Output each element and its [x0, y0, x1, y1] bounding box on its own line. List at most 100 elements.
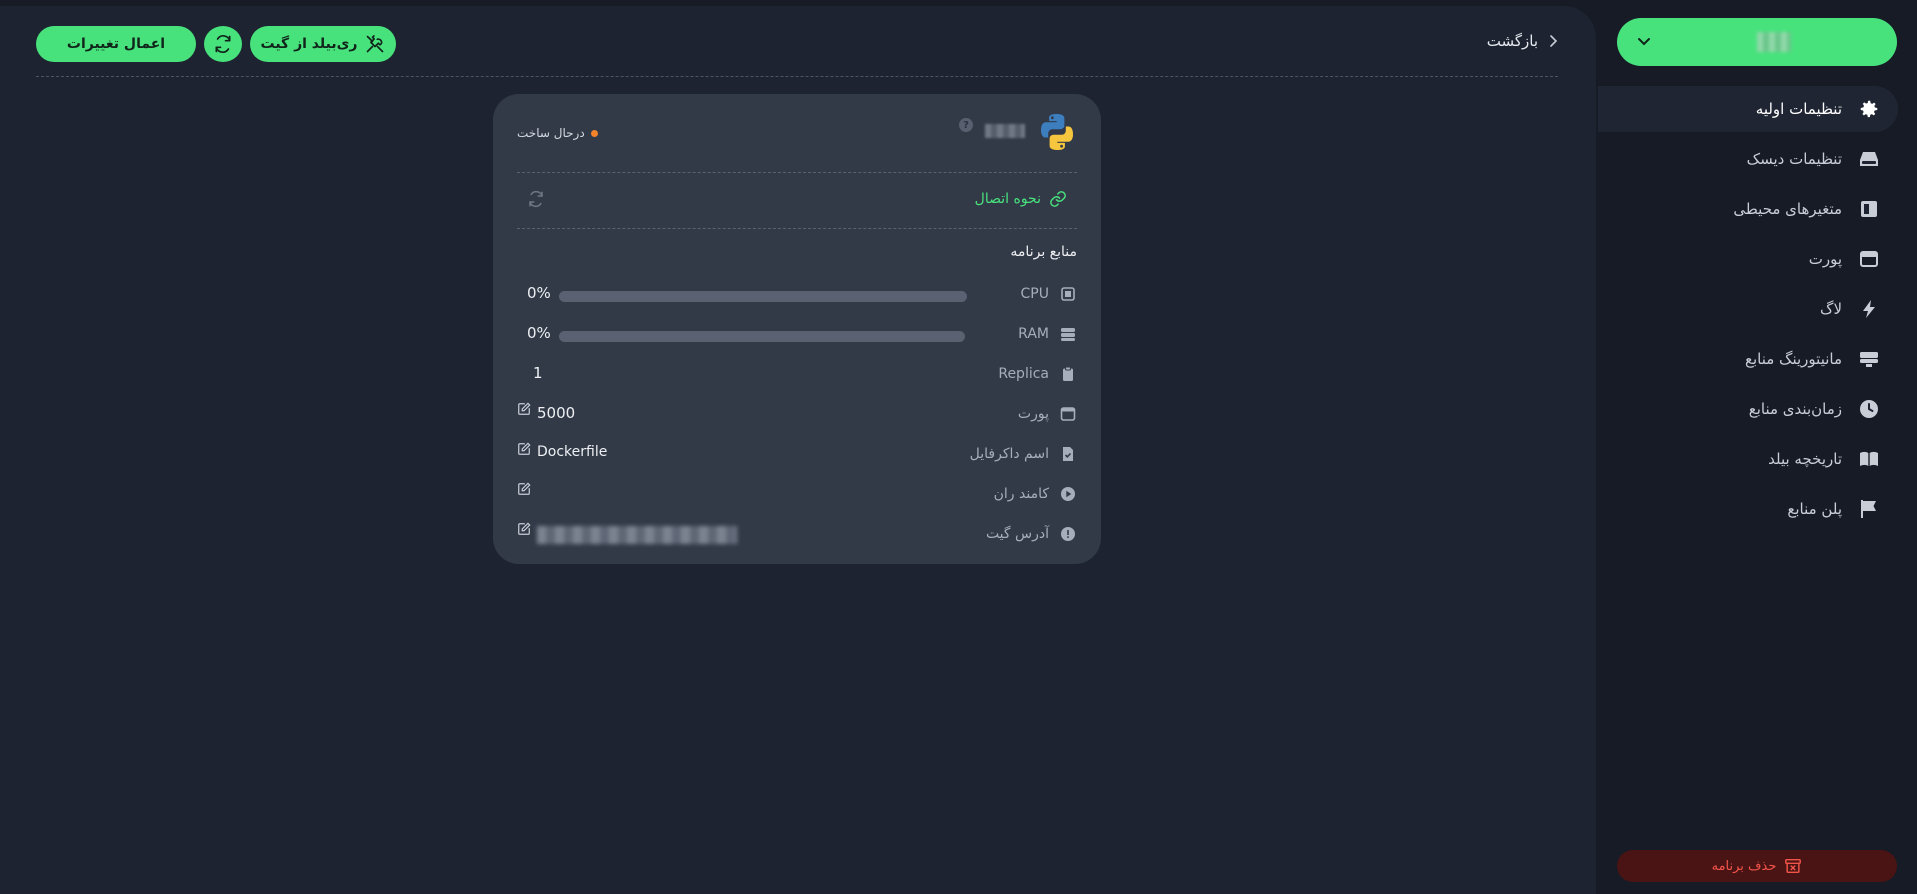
flag-icon — [1858, 498, 1880, 520]
status-badge: درحال ساخت — [517, 126, 598, 140]
app-selector-redacted — [1757, 32, 1791, 52]
sidebar-item-monitoring[interactable]: مانیتورینگ منابع — [1598, 336, 1898, 382]
dockerfile-label: اسم داکرفایل — [969, 446, 1049, 462]
apply-changes-button[interactable]: اعمال تغییرات — [36, 26, 196, 62]
sidebar-item-label: پورت — [1808, 250, 1842, 268]
replica-label-group: Replica — [998, 365, 1077, 383]
edit-dockerfile-icon[interactable] — [517, 442, 531, 456]
refresh-icon — [215, 35, 231, 53]
rebuild-from-git-button[interactable]: ری‌بیلد از گیت — [250, 26, 396, 62]
app-name-redacted — [985, 124, 1025, 138]
chevron-right-icon — [1550, 35, 1558, 47]
sidebar-item-build-history[interactable]: تاریخچه بیلد — [1598, 436, 1898, 482]
delete-app-button[interactable]: حذف برنامه — [1617, 850, 1897, 882]
git-url-row: آدرس گیت — [517, 522, 1077, 546]
replica-label: Replica — [998, 366, 1049, 382]
dockerfile-row: اسم داکرفایل Dockerfile — [517, 442, 1077, 466]
how-to-connect-link[interactable]: نحوه اتصال — [975, 190, 1067, 208]
resources-title: منابع برنامه — [1010, 244, 1077, 260]
sidebar-item-label: مانیتورینگ منابع — [1744, 350, 1842, 368]
edit-port-icon[interactable] — [517, 402, 531, 416]
app-card: ? درحال ساخت نحوه اتصال منابع برنامه CPU — [493, 94, 1101, 564]
sidebar-item-label: لاگ — [1820, 300, 1842, 318]
top-toolbar: اعمال تغییرات ری‌بیلد از گیت بازگشت — [36, 26, 1558, 70]
play-icon — [1059, 485, 1077, 503]
env-icon — [1858, 198, 1880, 220]
replica-value: 1 — [533, 364, 543, 382]
delete-app-label: حذف برنامه — [1711, 858, 1777, 874]
port-value: 5000 — [537, 404, 576, 422]
git-url-label: آدرس گیت — [985, 526, 1049, 542]
window-icon — [1059, 405, 1077, 423]
ram-row: RAM 0% — [517, 322, 1077, 346]
git-url-label-group: آدرس گیت — [986, 525, 1077, 543]
cpu-label: CPU — [1020, 286, 1049, 302]
sidebar-item-log[interactable]: لاگ — [1598, 286, 1898, 332]
sidebar-item-label: تنظیمات اولیه — [1755, 100, 1842, 118]
ram-icon — [1059, 325, 1077, 343]
sidebar-item-label: تاریخچه بیلد — [1768, 450, 1842, 468]
sidebar-item-basic-settings[interactable]: تنظیمات اولیه — [1598, 86, 1898, 132]
card-header: ? درحال ساخت — [517, 112, 1077, 156]
dockerfile-label-group: اسم داکرفایل — [970, 445, 1077, 463]
gear-icon — [1858, 98, 1880, 120]
sidebar-item-port[interactable]: پورت — [1598, 236, 1898, 282]
help-icon[interactable]: ? — [959, 118, 973, 132]
sidebar-item-label: متغیرهای محیطی — [1733, 200, 1842, 218]
clock-icon — [1858, 398, 1880, 420]
port-label: پورت — [1017, 406, 1049, 422]
ram-label: RAM — [1018, 326, 1049, 342]
sidebar-item-disk-settings[interactable]: تنظیمات دیسک — [1598, 136, 1898, 182]
divider — [36, 76, 1558, 77]
python-logo-icon — [1041, 114, 1073, 150]
card-divider — [517, 172, 1077, 173]
status-dot-icon — [590, 129, 598, 137]
cpu-value: 0% — [527, 284, 551, 302]
refresh-button[interactable] — [204, 26, 242, 62]
bolt-icon — [1858, 298, 1880, 320]
connect-row: نحوه اتصال — [517, 190, 1077, 216]
sidebar-item-resource-plan[interactable]: پلن منابع — [1598, 486, 1898, 532]
sidebar-item-label: زمان‌بندی منابع — [1748, 400, 1842, 418]
card-divider — [517, 228, 1077, 229]
file-check-icon — [1059, 445, 1077, 463]
run-command-row: کامند ران — [517, 482, 1077, 506]
monitor-icon — [1858, 348, 1880, 370]
tools-icon — [367, 35, 384, 53]
git-url-redacted — [537, 526, 737, 544]
apply-changes-label: اعمال تغییرات — [66, 36, 166, 52]
disk-icon — [1858, 148, 1880, 170]
chevron-down-icon — [1638, 38, 1650, 46]
port-label-group: پورت — [1018, 405, 1077, 423]
link-icon — [1050, 191, 1066, 207]
run-command-label: کامند ران — [993, 486, 1049, 502]
sidebar-item-env-vars[interactable]: متغیرهای محیطی — [1598, 186, 1898, 232]
sync-icon[interactable] — [527, 190, 545, 208]
app-selector-dropdown[interactable] — [1617, 18, 1897, 66]
cpu-usage-bar — [559, 291, 967, 302]
ram-usage-bar — [559, 331, 965, 342]
sidebar-item-scheduling[interactable]: زمان‌بندی منابع — [1598, 386, 1898, 432]
cpu-label-group: CPU — [1021, 285, 1077, 303]
status-text: درحال ساخت — [517, 126, 585, 140]
replica-row: Replica 1 — [517, 362, 1077, 386]
rebuild-label: ری‌بیلد از گیت — [260, 36, 358, 52]
book-icon — [1858, 448, 1880, 470]
port-row: پورت 5000 — [517, 402, 1077, 426]
edit-run-command-icon[interactable] — [517, 482, 531, 496]
sidebar-item-label: تنظیمات دیسک — [1746, 150, 1842, 168]
run-command-label-group: کامند ران — [994, 485, 1077, 503]
port-icon — [1858, 248, 1880, 270]
connect-label: نحوه اتصال — [974, 191, 1041, 207]
edit-git-url-icon[interactable] — [517, 522, 531, 536]
sidebar-item-label: پلن منابع — [1787, 500, 1842, 518]
ram-label-group: RAM — [1018, 325, 1077, 343]
clipboard-icon — [1059, 365, 1077, 383]
back-label: بازگشت — [1486, 32, 1538, 50]
sidebar: تنظیمات اولیه تنظیمات دیسک متغیرهای محیط… — [1598, 0, 1917, 894]
info-icon — [1059, 525, 1077, 543]
cpu-icon — [1059, 285, 1077, 303]
ram-value: 0% — [527, 324, 551, 342]
back-link[interactable]: بازگشت — [1487, 32, 1558, 50]
cpu-row: CPU 0% — [517, 282, 1077, 306]
